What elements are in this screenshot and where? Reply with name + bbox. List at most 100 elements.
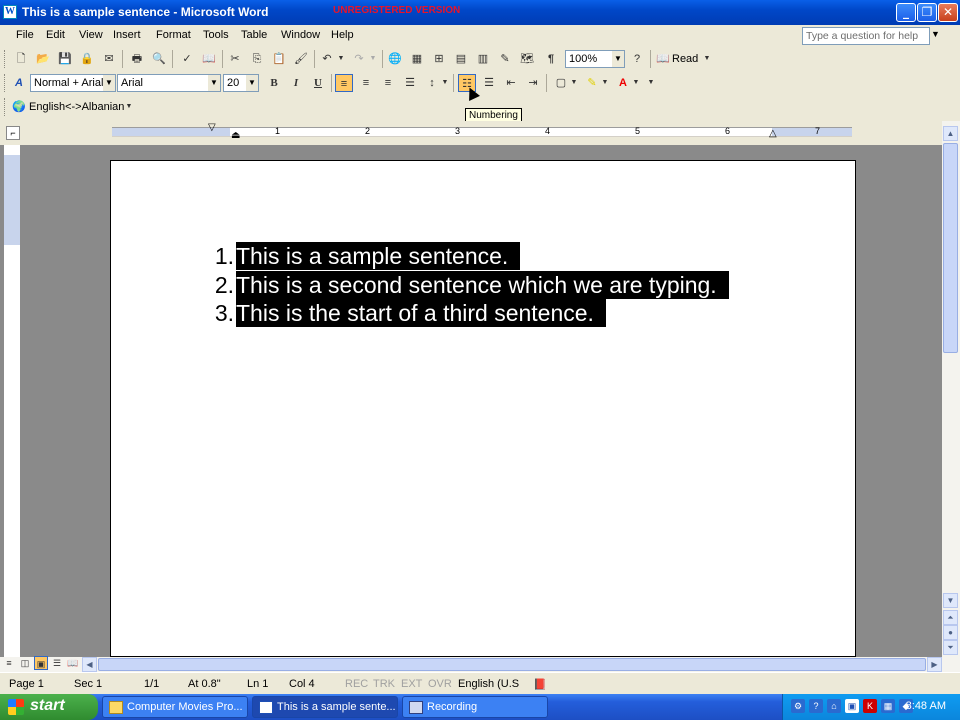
tray-clock[interactable]: 8:48 AM <box>906 700 946 712</box>
font-dropdown-icon[interactable]: ▼ <box>208 75 220 91</box>
zoom-combo[interactable]: 100% ▼ <box>565 50 625 68</box>
list-item[interactable]: 1. This is a sample sentence. <box>215 242 521 270</box>
menu-file[interactable]: File <box>16 29 34 41</box>
bold-button[interactable]: B <box>265 74 283 92</box>
menu-view[interactable]: View <box>79 29 103 41</box>
cut-icon[interactable]: ✂ <box>226 50 244 68</box>
next-page-icon[interactable]: ⏷ <box>943 640 958 655</box>
highlight-icon[interactable]: ✎ <box>583 74 601 92</box>
maximize-button[interactable]: ❐ <box>917 3 937 22</box>
spelling-status-icon[interactable]: 📕 <box>533 678 547 691</box>
style-combo[interactable]: Normal + Arial, ▼ <box>30 74 116 92</box>
bullets-icon[interactable]: ☰ <box>480 74 498 92</box>
normal-view-icon[interactable]: ≡ <box>2 656 16 670</box>
tray-k-icon[interactable]: K <box>863 699 877 713</box>
align-center-icon[interactable]: ≡ <box>357 74 375 92</box>
horizontal-scrollbar[interactable]: ≡ ◫ ▣ ☰ 📖 ◀ ▶ <box>0 656 960 672</box>
font-color-dropdown-icon[interactable]: ▼ <box>631 74 641 92</box>
increase-indent-icon[interactable]: ⇥ <box>524 74 542 92</box>
help-icon[interactable]: ? <box>628 50 646 68</box>
toolbar-grip[interactable] <box>4 50 7 68</box>
format-painter-icon[interactable]: 🖌 <box>292 50 310 68</box>
status-ovr[interactable]: OVR <box>428 678 452 690</box>
taskbar-item[interactable]: Computer Movies Pro... <box>102 696 248 718</box>
save-icon[interactable]: 💾 <box>56 50 74 68</box>
open-folder-icon[interactable]: 📂 <box>34 50 52 68</box>
tray-network-icon[interactable]: ▦ <box>881 699 895 713</box>
previous-page-icon[interactable]: ⏶ <box>943 610 958 625</box>
list-text[interactable]: This is the start of a third sentence. <box>236 299 606 327</box>
insert-excel-icon[interactable]: ▤ <box>452 50 470 68</box>
research-icon[interactable]: 📖 <box>200 50 218 68</box>
tables-borders-icon[interactable]: ▦ <box>408 50 426 68</box>
border-icon[interactable]: ▢ <box>552 74 570 92</box>
align-right-icon[interactable]: ≡ <box>379 74 397 92</box>
list-item[interactable]: 3. This is the start of a third sentence… <box>215 299 606 327</box>
scroll-left-icon[interactable]: ◀ <box>82 657 97 672</box>
border-dropdown-icon[interactable]: ▼ <box>569 74 579 92</box>
undo-dropdown-icon[interactable]: ▼ <box>336 50 346 68</box>
horizontal-scroll-thumb[interactable] <box>98 658 926 671</box>
align-left-icon[interactable]: ≡ <box>335 74 353 92</box>
list-item[interactable]: 2. This is a second sentence which we ar… <box>215 271 729 299</box>
select-browse-object-icon[interactable]: ● <box>943 625 958 640</box>
drawing-icon[interactable]: ✎ <box>496 50 514 68</box>
spelling-icon[interactable]: ✓ <box>178 50 196 68</box>
read-icon[interactable]: 📖 <box>654 50 672 68</box>
italic-button[interactable]: I <box>287 74 305 92</box>
horizontal-ruler[interactable]: 1 2 3 4 5 6 7 ▽ ⏏ △ <box>112 122 852 141</box>
help-dropdown-arrow-icon[interactable]: ▼ <box>931 29 940 39</box>
tab-selector-icon[interactable]: ⌐ <box>6 126 20 140</box>
hanging-indent-marker-icon[interactable]: ⏏ <box>231 130 240 141</box>
scroll-thumb[interactable] <box>943 143 958 353</box>
styles-formatting-icon[interactable]: A <box>10 74 28 92</box>
status-rec[interactable]: REC <box>345 678 368 690</box>
paste-icon[interactable]: 📋 <box>270 50 288 68</box>
line-spacing-dropdown-icon[interactable]: ▼ <box>440 74 450 92</box>
tray-recording-icon[interactable]: ▣ <box>845 699 859 713</box>
copy-icon[interactable]: ⎘ <box>248 50 266 68</box>
print-preview-icon[interactable]: 🔍 <box>150 50 168 68</box>
font-combo[interactable]: Arial ▼ <box>117 74 221 92</box>
read-button[interactable]: Read <box>672 53 698 65</box>
outline-view-icon[interactable]: ☰ <box>50 656 64 670</box>
translate-button[interactable]: English<->Albanian <box>29 101 124 113</box>
redo-icon[interactable]: ↷ <box>350 50 368 68</box>
web-layout-icon[interactable]: ◫ <box>18 656 32 670</box>
translate-icon[interactable]: 🌍 <box>10 98 28 116</box>
font-size-dropdown-icon[interactable]: ▼ <box>246 75 258 91</box>
tray-tool-icon[interactable]: ⚙ <box>791 699 805 713</box>
print-layout-icon[interactable]: ▣ <box>34 656 48 670</box>
list-text[interactable]: This is a second sentence which we are t… <box>236 271 729 299</box>
redo-dropdown-icon[interactable]: ▼ <box>368 50 378 68</box>
font-color-icon[interactable]: A <box>614 74 632 92</box>
new-document-icon[interactable]: 🗋 <box>12 50 30 68</box>
underline-button[interactable]: U <box>309 74 327 92</box>
tray-help-icon[interactable]: ? <box>809 699 823 713</box>
word-app-icon[interactable]: W <box>3 5 17 19</box>
permission-icon[interactable]: 🔒 <box>78 50 96 68</box>
taskbar-item[interactable]: Recording <box>402 696 548 718</box>
menu-format[interactable]: Format <box>156 29 191 41</box>
columns-icon[interactable]: ▥ <box>474 50 492 68</box>
taskbar-item[interactable]: This is a sample sente... <box>252 696 398 718</box>
scroll-down-icon[interactable]: ▼ <box>943 593 958 608</box>
print-icon[interactable]: 🖶 <box>128 50 146 68</box>
help-question-input[interactable]: Type a question for help <box>802 27 930 45</box>
justify-icon[interactable]: ☰ <box>401 74 419 92</box>
toolbar-options-icon[interactable]: ▼ <box>702 50 712 68</box>
document-map-icon[interactable]: 🗺 <box>518 50 536 68</box>
menu-insert[interactable]: Insert <box>113 29 141 41</box>
vertical-ruler[interactable] <box>4 145 20 657</box>
toolbar-options-icon[interactable]: ▼ <box>646 74 656 92</box>
toolbar-options-icon[interactable]: ▼ <box>124 98 134 116</box>
hyperlink-icon[interactable]: 🌐 <box>386 50 404 68</box>
undo-icon[interactable]: ↶ <box>318 50 336 68</box>
status-ext[interactable]: EXT <box>401 678 422 690</box>
status-trk[interactable]: TRK <box>373 678 395 690</box>
toolbar-grip[interactable] <box>4 74 7 92</box>
document-page[interactable]: 1. This is a sample sentence. 2. This is… <box>110 160 856 657</box>
zoom-dropdown-icon[interactable]: ▼ <box>612 51 624 67</box>
reading-layout-icon[interactable]: 📖 <box>66 656 80 670</box>
minimize-button[interactable]: _ <box>896 3 916 22</box>
